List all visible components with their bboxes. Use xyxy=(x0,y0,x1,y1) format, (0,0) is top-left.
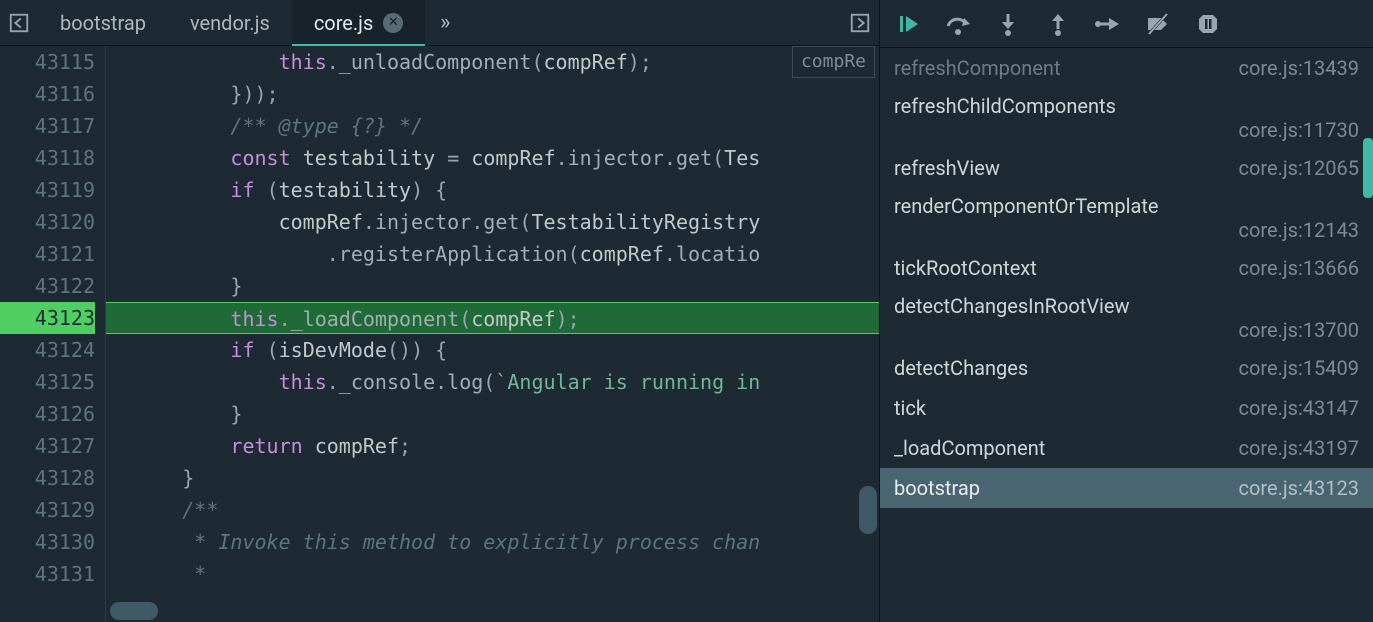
step-into-button[interactable] xyxy=(994,10,1022,38)
frame-function: detectChanges xyxy=(894,356,1028,380)
line-number[interactable]: 43125 xyxy=(0,366,95,398)
horizontal-scrollbar-thumb[interactable] xyxy=(110,602,158,620)
line-number[interactable]: 43126 xyxy=(0,398,95,430)
pause-button[interactable] xyxy=(1194,10,1222,38)
stack-frame[interactable]: refreshView core.js:12065 xyxy=(880,148,1373,188)
code-line[interactable]: return compRef; xyxy=(106,430,879,462)
line-number[interactable]: 43124 xyxy=(0,334,95,366)
frame-function: tick xyxy=(894,396,926,420)
code-line[interactable]: this._unloadComponent(compRef); xyxy=(106,46,879,78)
line-number[interactable]: 43122 xyxy=(0,270,95,302)
line-gutter: 4311543116431174311843119431204312143122… xyxy=(0,46,106,622)
frame-location: core.js:43147 xyxy=(1239,396,1360,420)
sources-panel: bootstrapvendor.jscore.js✕ » 43115431164… xyxy=(0,0,880,622)
frame-location: core.js:43123 xyxy=(1239,476,1360,500)
line-number[interactable]: 43128 xyxy=(0,462,95,494)
frame-location: core.js:13666 xyxy=(1239,256,1360,280)
frame-function: refreshView xyxy=(894,156,1000,180)
frame-function: detectChangesInRootView xyxy=(894,294,1130,318)
step-over-button[interactable] xyxy=(944,10,972,38)
step-button[interactable] xyxy=(1094,10,1122,38)
code-line[interactable]: compRef.injector.get(TestabilityRegistry xyxy=(106,206,879,238)
stack-frame[interactable]: refreshChildComponents core.js:11730 xyxy=(880,88,1373,148)
frame-function: renderComponentOrTemplate xyxy=(894,194,1159,218)
tab-label: bootstrap xyxy=(60,11,146,35)
frame-location: core.js:11730 xyxy=(1239,118,1360,142)
close-icon[interactable]: ✕ xyxy=(383,13,403,33)
line-number[interactable]: 43130 xyxy=(0,526,95,558)
inline-value-hint: compRe xyxy=(792,46,875,78)
code-line[interactable]: const testability = compRef.injector.get… xyxy=(106,142,879,174)
line-number[interactable]: 43123 xyxy=(0,302,95,334)
line-number[interactable]: 43118 xyxy=(0,142,95,174)
frame-location: core.js:13700 xyxy=(1239,318,1360,342)
stack-frame[interactable]: renderComponentOrTemplate core.js:12143 xyxy=(880,188,1373,248)
frame-function: refreshChildComponents xyxy=(894,94,1116,118)
code-line[interactable]: this._loadComponent(compRef); xyxy=(106,302,879,334)
line-number[interactable]: 43119 xyxy=(0,174,95,206)
code-line[interactable]: .registerApplication(compRef.locatio xyxy=(106,238,879,270)
code-line[interactable]: /** xyxy=(106,494,879,526)
tab-bar: bootstrap vendor.js core.js ✕ » xyxy=(0,0,879,46)
stack-frame[interactable]: refreshComponent core.js:13439 xyxy=(880,48,1373,88)
code-line[interactable]: this._console.log(`Angular is running in xyxy=(106,366,879,398)
line-number[interactable]: 43121 xyxy=(0,238,95,270)
tab-vendor-js[interactable]: vendor.js xyxy=(168,0,292,46)
code-line[interactable]: if (isDevMode()) { xyxy=(106,334,879,366)
tabs-overflow-button[interactable]: » xyxy=(425,10,465,35)
code-line[interactable]: } xyxy=(106,462,879,494)
frame-function: bootstrap xyxy=(894,476,980,500)
stack-frame[interactable]: detectChangesInRootView core.js:13700 xyxy=(880,288,1373,348)
frame-function: refreshComponent xyxy=(894,56,1061,80)
tab-bootstrap[interactable]: bootstrap xyxy=(38,0,168,46)
stack-frame[interactable]: detectChanges core.js:15409 xyxy=(880,348,1373,388)
line-number[interactable]: 43115 xyxy=(0,46,95,78)
call-stack: refreshComponent core.js:13439 refreshChil… xyxy=(880,48,1373,622)
code-line[interactable]: } xyxy=(106,270,879,302)
stack-frame[interactable]: _loadComponent core.js:43197 xyxy=(880,428,1373,468)
line-number[interactable]: 43127 xyxy=(0,430,95,462)
frame-location: core.js:12065 xyxy=(1239,156,1360,180)
side-scrollbar-track[interactable] xyxy=(1363,48,1373,622)
line-number[interactable]: 43120 xyxy=(0,206,95,238)
frame-location: core.js:13439 xyxy=(1239,56,1360,80)
line-number[interactable]: 43131 xyxy=(0,558,95,590)
debugger-panel: refreshComponent core.js:13439 refreshChil… xyxy=(880,0,1373,622)
side-scrollbar-thumb[interactable] xyxy=(1363,138,1373,198)
vertical-scrollbar-thumb[interactable] xyxy=(859,486,877,534)
code-line[interactable]: } xyxy=(106,398,879,430)
stack-frame[interactable]: bootstrap core.js:43123 xyxy=(880,468,1373,508)
stack-frame[interactable]: tick core.js:43147 xyxy=(880,388,1373,428)
debugger-toolbar xyxy=(880,0,1373,48)
frame-function: tickRootContext xyxy=(894,256,1037,280)
tab-core-js[interactable]: core.js ✕ xyxy=(292,0,425,46)
line-number[interactable]: 43117 xyxy=(0,110,95,142)
code-line[interactable]: if (testability) { xyxy=(106,174,879,206)
chevron-double-right-icon: » xyxy=(440,10,450,35)
code-line[interactable]: * Invoke this method to explicitly proce… xyxy=(106,526,879,558)
tab-label: core.js xyxy=(314,11,373,35)
code-line[interactable]: /** @type {?} */ xyxy=(106,110,879,142)
code-content[interactable]: compRe this._unloadComponent(compRef); }… xyxy=(106,46,879,622)
frame-location: core.js:15409 xyxy=(1239,356,1360,380)
code-line[interactable]: * xyxy=(106,558,879,590)
code-line[interactable]: })); xyxy=(106,78,879,110)
step-out-button[interactable] xyxy=(1044,10,1072,38)
frame-location: core.js:43197 xyxy=(1239,436,1360,460)
nav-back-button[interactable] xyxy=(0,12,38,34)
frame-function: _loadComponent xyxy=(894,436,1045,460)
tab-label: vendor.js xyxy=(190,11,270,35)
line-number[interactable]: 43116 xyxy=(0,78,95,110)
resume-button[interactable] xyxy=(894,10,922,38)
nav-forward-button[interactable] xyxy=(841,12,879,34)
stack-frame[interactable]: tickRootContext core.js:13666 xyxy=(880,248,1373,288)
frame-location: core.js:12143 xyxy=(1239,218,1360,242)
code-editor[interactable]: 4311543116431174311843119431204312143122… xyxy=(0,46,879,622)
line-number[interactable]: 43129 xyxy=(0,494,95,526)
deactivate-breakpoints-button[interactable] xyxy=(1144,10,1172,38)
